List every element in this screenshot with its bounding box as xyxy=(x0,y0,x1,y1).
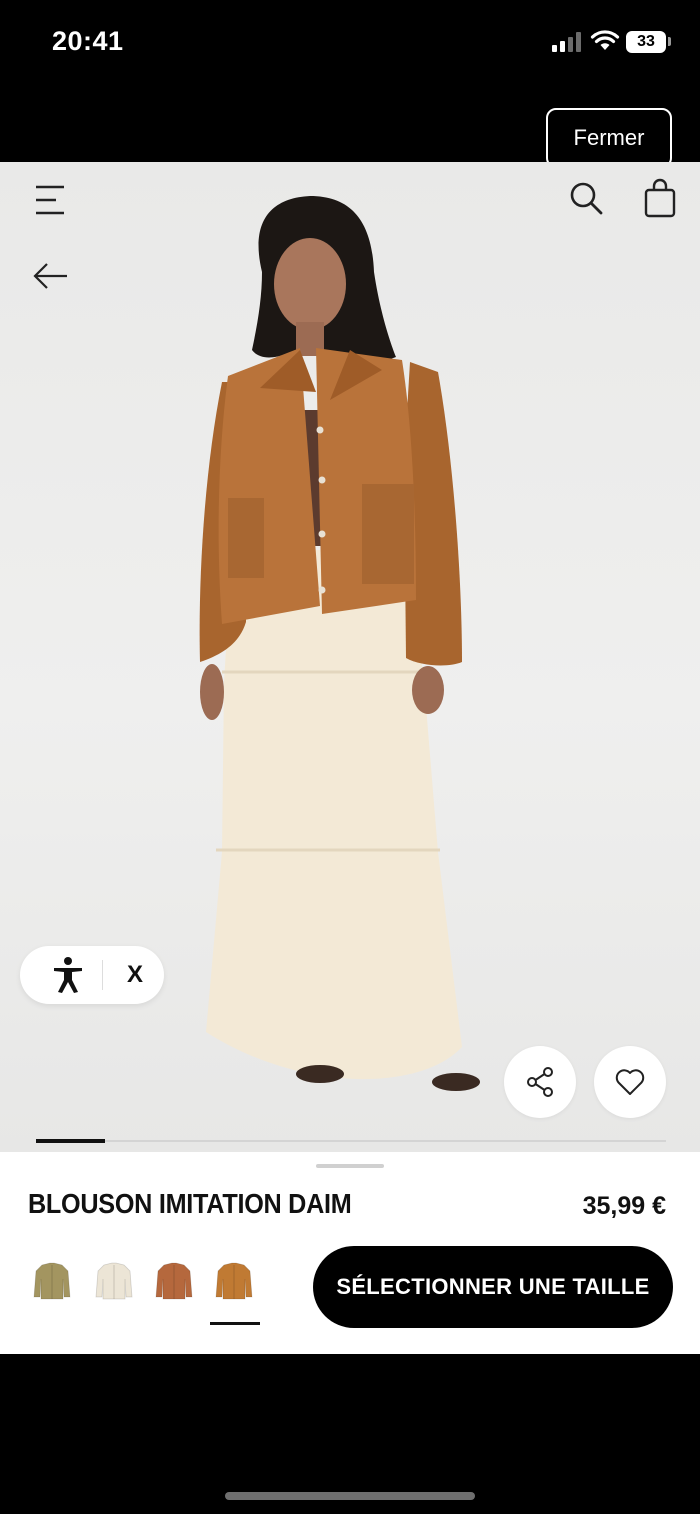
accessibility-divider xyxy=(102,960,103,990)
share-button[interactable] xyxy=(504,1046,576,1118)
status-bar: 20:41 33 xyxy=(0,0,700,90)
accessibility-close-button[interactable]: X xyxy=(120,946,150,1004)
product-info-sheet: BLOUSON IMITATION DAIM 35,99 € SÉLECTION… xyxy=(0,1154,700,1354)
product-title: BLOUSON IMITATION DAIM xyxy=(28,1188,352,1219)
shopping-bag-icon[interactable] xyxy=(640,176,680,220)
menu-icon[interactable] xyxy=(30,180,70,220)
wifi-icon xyxy=(590,30,620,50)
heart-icon xyxy=(615,1069,645,1095)
color-swatch-khaki-jacket[interactable] xyxy=(28,1254,76,1308)
bottom-safe-area xyxy=(0,1354,700,1514)
close-button[interactable]: Fermer xyxy=(546,108,672,168)
accessibility-widget: X xyxy=(20,946,164,1004)
favorite-button[interactable] xyxy=(594,1046,666,1118)
share-icon xyxy=(527,1067,553,1097)
home-indicator xyxy=(225,1492,475,1500)
back-arrow-icon[interactable] xyxy=(30,256,70,296)
status-time: 20:41 xyxy=(52,26,124,56)
battery-indicator: 33 xyxy=(626,31,666,53)
battery-tip xyxy=(668,37,671,46)
product-price: 35,99 € xyxy=(582,1192,666,1220)
cellular-signal-icon xyxy=(552,32,584,52)
color-swatch-rust-jacket[interactable] xyxy=(150,1254,198,1308)
select-size-button[interactable]: SÉLECTIONNER UNE TAILLE xyxy=(313,1246,673,1328)
gallery-progress-bar xyxy=(36,1139,106,1143)
gallery-progress-track xyxy=(36,1139,666,1143)
search-icon[interactable] xyxy=(566,178,606,218)
product-image-area[interactable]: X xyxy=(0,162,700,1152)
product-page: X BLOUSON IMITATION DAIM 35,99 € SÉLECTI… xyxy=(0,162,700,1354)
color-swatch-camel-jacket[interactable] xyxy=(210,1254,258,1308)
color-swatch-ecru-jacket[interactable] xyxy=(90,1254,138,1308)
accessibility-person-icon[interactable] xyxy=(50,956,86,994)
selected-swatch-indicator xyxy=(210,1322,260,1325)
sheet-drag-handle[interactable] xyxy=(316,1164,384,1168)
